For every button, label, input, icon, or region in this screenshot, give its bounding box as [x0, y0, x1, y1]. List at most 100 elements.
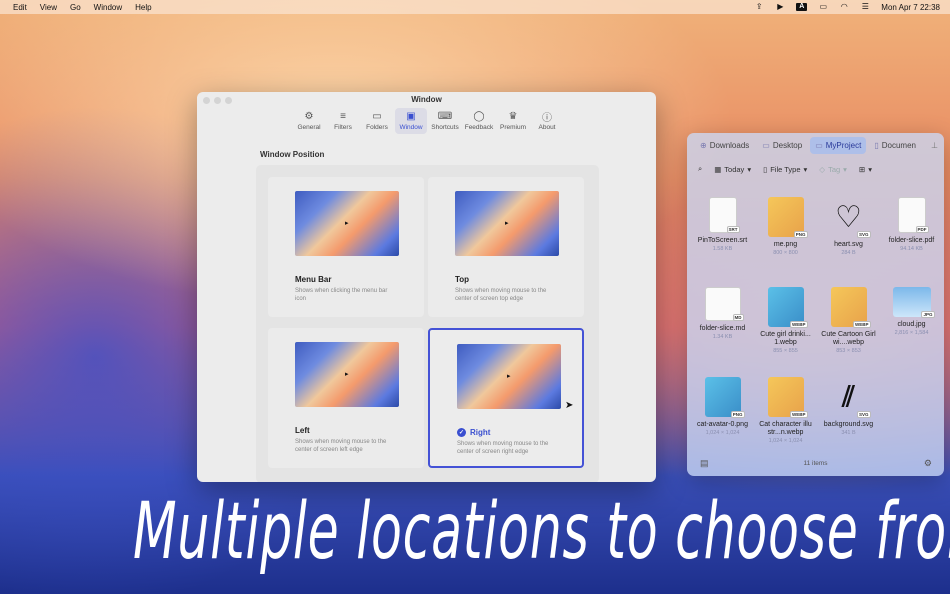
menu-edit[interactable]: Edit: [13, 3, 27, 12]
option-menu-bar[interactable]: ▸ Menu Bar Shows when clicking the menu …: [268, 177, 424, 317]
option-top[interactable]: ▸ Top Shows when moving mouse to the cen…: [428, 177, 584, 317]
file-item[interactable]: MD folder-slice.md 1.34 KB: [691, 281, 754, 365]
tab-downloads[interactable]: ⊕ Downloads: [695, 137, 754, 154]
tab-folders[interactable]: ▭ Folders: [361, 108, 393, 134]
file-item[interactable]: ♡ SVG heart.svg 284 B: [817, 191, 880, 275]
chevron-down-icon: ▾: [803, 164, 808, 174]
image-thumbnail: PNG: [767, 197, 808, 238]
option-title: Right: [470, 428, 491, 437]
file-item[interactable]: JPG cloud.jpg 2,816 × 1,584: [880, 281, 943, 365]
menu-window[interactable]: Window: [94, 3, 122, 12]
image-thumbnail: WEBP: [767, 287, 808, 328]
play-icon[interactable]: ▶: [775, 3, 785, 11]
menu-view[interactable]: View: [40, 3, 57, 12]
file-item[interactable]: WEBP Cute girl drinki...1.webp 855 × 855: [754, 281, 817, 365]
date-filter[interactable]: ▦ Today ▾: [714, 165, 751, 174]
option-title: Menu Bar: [295, 275, 332, 284]
tab-filters[interactable]: ≡ Filters: [327, 108, 359, 134]
menu-go[interactable]: Go: [70, 3, 81, 12]
option-title-row: ✓ Right: [457, 428, 490, 437]
file-name: cloud.jpg: [897, 321, 926, 328]
file-item[interactable]: PNG cat-avatar-0.png 1,024 × 1,024: [691, 371, 754, 455]
file-icon: ▯: [763, 164, 768, 174]
tab-label: General: [297, 124, 321, 131]
window-position-options: ▸ Menu Bar Shows when clicking the menu …: [256, 165, 599, 482]
file-item[interactable]: SRT PinToScreen.srt 1.58 KB: [691, 191, 754, 275]
tab-documents[interactable]: ▯ Documen: [869, 137, 921, 154]
view-mode-toggle[interactable]: ⊞ ▾: [859, 165, 872, 174]
filter-bar: ⌕ ▦ Today ▾ ▯ File Type ▾ ◇ Tag ▾ ⊞ ▾: [698, 164, 872, 174]
folder-icon: ▭: [372, 110, 382, 122]
gear-icon[interactable]: ⚙: [924, 458, 932, 469]
image-thumbnail: WEBP: [830, 287, 871, 328]
menu-help[interactable]: Help: [135, 3, 151, 12]
option-title: Left: [295, 426, 310, 435]
preview-thumbnail: ▸: [455, 191, 559, 256]
checkmark-icon: ✓: [457, 428, 466, 437]
tag-filter-label: Tag: [828, 164, 841, 174]
tab-window[interactable]: ▣ Window: [395, 108, 427, 134]
input-source-icon[interactable]: A: [796, 3, 808, 11]
tab-myproject[interactable]: ▭ MyProject: [810, 137, 867, 154]
option-title: Top: [455, 275, 470, 284]
file-meta: 800 × 800: [773, 250, 798, 256]
tab-label: Feedback: [464, 124, 494, 131]
file-item[interactable]: WEBP Cat character illustr...n.webp 1,024 …: [754, 371, 817, 455]
file-meta: 2,816 × 1,584: [894, 330, 929, 336]
calendar-icon: ▦: [714, 164, 722, 174]
tag-filter[interactable]: ◇ Tag ▾: [819, 165, 847, 174]
clipboard-icon[interactable]: ▤: [700, 458, 709, 469]
tab-general[interactable]: ⚙ General: [293, 108, 325, 134]
share-icon[interactable]: ⇪: [754, 3, 764, 11]
file-type-badge: WEBP: [853, 321, 871, 328]
pin-icon[interactable]: ⊥: [931, 141, 938, 150]
tab-feedback[interactable]: ◯ Feedback: [463, 108, 495, 134]
cursor-icon: ▸: [345, 220, 349, 227]
file-item[interactable]: PDF folder-slice.pdf 94.14 KB: [880, 191, 943, 275]
document-icon: SRT: [708, 197, 740, 233]
preview-thumbnail: ▸: [295, 191, 399, 256]
menu-bar: Edit View Go Window Help ⇪ ▶ A ▭ ◠ ☰ Mon…: [0, 0, 950, 14]
cursor-icon: ▸: [345, 371, 349, 378]
file-item[interactable]: ⫽ SVG background.svg 341 B: [817, 371, 880, 455]
tab-desktop[interactable]: ▭ Desktop: [757, 137, 807, 154]
preview-thumbnail: ▸: [457, 344, 561, 409]
control-center-icon[interactable]: ☰: [860, 3, 870, 11]
battery-icon[interactable]: ▭: [818, 3, 828, 11]
option-right[interactable]: ▸ ✓ Right Shows when moving mouse to the …: [428, 328, 584, 468]
heart-icon: ♡ SVG: [831, 197, 871, 238]
file-meta: 1,024 × 1,024: [705, 430, 740, 436]
image-thumbnail: JPG: [892, 287, 935, 318]
option-left[interactable]: ▸ Left Shows when moving mouse to the ce…: [268, 328, 424, 468]
type-filter[interactable]: ▯ File Type ▾: [763, 165, 807, 174]
tab-label: Desktop: [772, 141, 803, 150]
settings-window: Window ⚙ General ≡ Filters ▭ Folders ▣ Windo…: [197, 92, 656, 482]
preview-thumbnail: ▸: [295, 342, 399, 407]
date-filter-label: Today: [724, 164, 745, 174]
file-name: folder-slice.md: [699, 325, 746, 332]
chevron-down-icon: ▾: [868, 164, 872, 174]
file-type-badge: PNG: [730, 411, 745, 418]
tab-premium[interactable]: ♛ Premium: [497, 108, 529, 134]
file-name: background.svg: [823, 421, 874, 428]
tab-label: Filters: [334, 124, 352, 131]
settings-toolbar: ⚙ General ≡ Filters ▭ Folders ▣ Window ⌨ Shor…: [293, 108, 563, 134]
tab-shortcuts[interactable]: ⌨ Shortcuts: [429, 108, 461, 134]
wifi-icon[interactable]: ◠: [839, 3, 849, 11]
search-icon[interactable]: ⌕: [698, 164, 702, 174]
clock[interactable]: Mon Apr 7 22:38: [881, 3, 940, 12]
option-description: Shows when moving mouse to the center of…: [455, 288, 547, 302]
tab-label: Window: [399, 124, 423, 131]
file-item[interactable]: WEBP Cute Cartoon Girl wi....webp 853 × 85…: [817, 281, 880, 365]
pdf-icon: PDF: [897, 197, 929, 233]
file-item[interactable]: PNG me.png 800 × 800: [754, 191, 817, 275]
download-icon: ⊕: [700, 141, 707, 150]
file-type-badge: WEBP: [790, 321, 808, 328]
item-count: 11 items: [803, 459, 828, 467]
document-icon: ▯: [874, 141, 879, 150]
tab-about[interactable]: ⓘ About: [531, 108, 563, 134]
stripes-glyph: ⫽: [842, 380, 855, 412]
file-meta: 1,024 × 1,024: [768, 438, 803, 444]
file-name: Cute Cartoon Girl wi....webp: [821, 331, 876, 346]
file-meta: 853 × 853: [836, 348, 861, 354]
